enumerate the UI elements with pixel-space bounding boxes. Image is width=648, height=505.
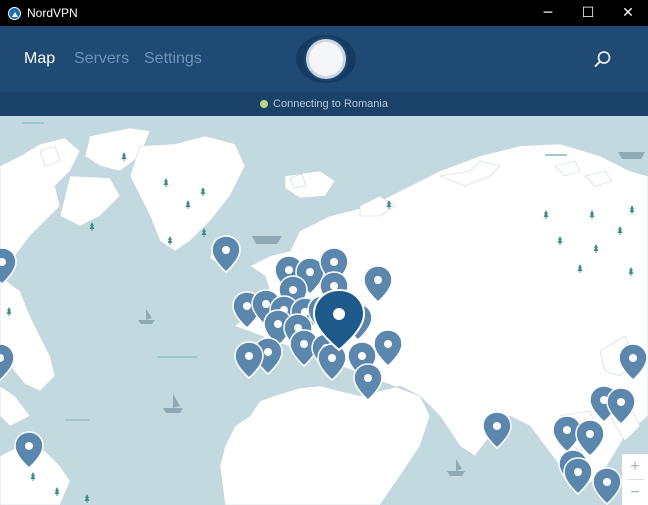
- window-title: NordVPN: [27, 6, 78, 20]
- location-pin-icon: [234, 341, 264, 379]
- map-canvas: [0, 122, 648, 505]
- location-pin-icon: [563, 457, 593, 495]
- location-pin-icon: [0, 343, 15, 381]
- location-pin-icon: [482, 411, 512, 449]
- connect-toggle-button[interactable]: [296, 35, 356, 83]
- title-bar: NordVPN ─ ☐ ✕: [0, 0, 648, 26]
- connection-status-bar: Connecting to Romania: [0, 92, 648, 116]
- tab-settings[interactable]: Settings: [144, 50, 202, 68]
- tab-map[interactable]: Map: [24, 50, 55, 68]
- world-map[interactable]: + −: [0, 116, 648, 505]
- tab-servers[interactable]: Servers: [74, 50, 129, 68]
- search-icon[interactable]: [594, 50, 612, 68]
- app-logo-icon: [8, 6, 21, 20]
- zoom-controls: + −: [622, 454, 648, 505]
- location-pin-icon: [592, 467, 622, 505]
- location-pin-icon: [317, 343, 347, 381]
- status-indicator: [260, 100, 269, 108]
- power-icon: [304, 37, 348, 81]
- window-controls: ─ ☐ ✕: [528, 0, 648, 26]
- status-text: Connecting to Romania: [273, 98, 388, 110]
- location-pin-icon: [211, 235, 241, 273]
- maximize-button[interactable]: ☐: [568, 0, 608, 26]
- zoom-in-button[interactable]: +: [622, 454, 648, 479]
- location-pin-icon: [0, 247, 17, 285]
- zoom-out-button[interactable]: −: [622, 480, 648, 505]
- minimize-button[interactable]: ─: [528, 0, 568, 26]
- close-button[interactable]: ✕: [608, 0, 648, 26]
- app-header: Map Servers Settings: [0, 26, 648, 92]
